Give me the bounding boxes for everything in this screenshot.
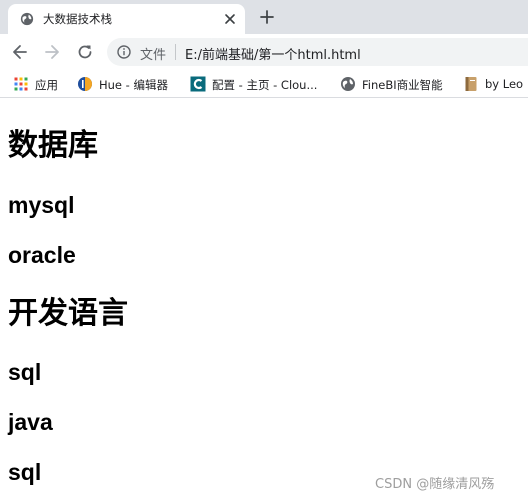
reload-icon[interactable]	[75, 42, 95, 62]
bookmark-label: 应用	[35, 78, 58, 92]
browser-tab[interactable]: 大数据技术栈	[8, 4, 245, 34]
hue-icon	[78, 77, 92, 91]
bookmark-label: by Leo	[485, 77, 524, 91]
list-item-sql-2: sql	[8, 459, 42, 485]
list-item-mysql: mysql	[8, 192, 75, 218]
address-bar[interactable]: 文件 E:/前端基础/第一个html.html	[107, 38, 528, 66]
new-tab-icon[interactable]	[259, 9, 275, 25]
globe-icon	[341, 77, 355, 91]
tab-strip: 大数据技术栈	[0, 0, 528, 34]
bookmark-label: Hue - 编辑器	[99, 78, 168, 92]
globe-icon	[20, 12, 34, 26]
forward-icon[interactable]	[42, 42, 62, 62]
tab-title: 大数据技术栈	[43, 12, 112, 26]
url-text[interactable]: E:/前端基础/第一个html.html	[185, 44, 361, 63]
watermark: CSDN @随缘清风殇	[375, 477, 495, 492]
bookmarks-bar: 应用 Hue - 编辑器 配置 - 主页 - Clou... FineBI商业智…	[0, 70, 528, 98]
page-content: 数据库 mysql oracle 开发语言 sql java sql CSDN …	[0, 99, 528, 499]
heading-database: 数据库	[8, 128, 98, 163]
list-item-java: java	[8, 409, 53, 435]
bookmark-label: 配置 - 主页 - Clou...	[212, 78, 318, 92]
omnibox-divider	[175, 44, 176, 60]
close-icon[interactable]	[223, 12, 237, 26]
heading-dev-language: 开发语言	[8, 296, 128, 331]
bookmark-label: FineBI商业智能	[362, 78, 443, 92]
list-item-sql-1: sql	[8, 359, 42, 385]
back-icon[interactable]	[10, 42, 30, 62]
list-item-oracle: oracle	[8, 242, 76, 268]
info-icon[interactable]	[117, 45, 131, 59]
browser-toolbar: 文件 E:/前端基础/第一个html.html	[0, 34, 528, 70]
notebook-icon	[465, 77, 477, 91]
apps-grid-icon	[14, 77, 28, 91]
scheme-label: 文件	[140, 48, 167, 63]
cloudera-icon	[190, 76, 206, 92]
